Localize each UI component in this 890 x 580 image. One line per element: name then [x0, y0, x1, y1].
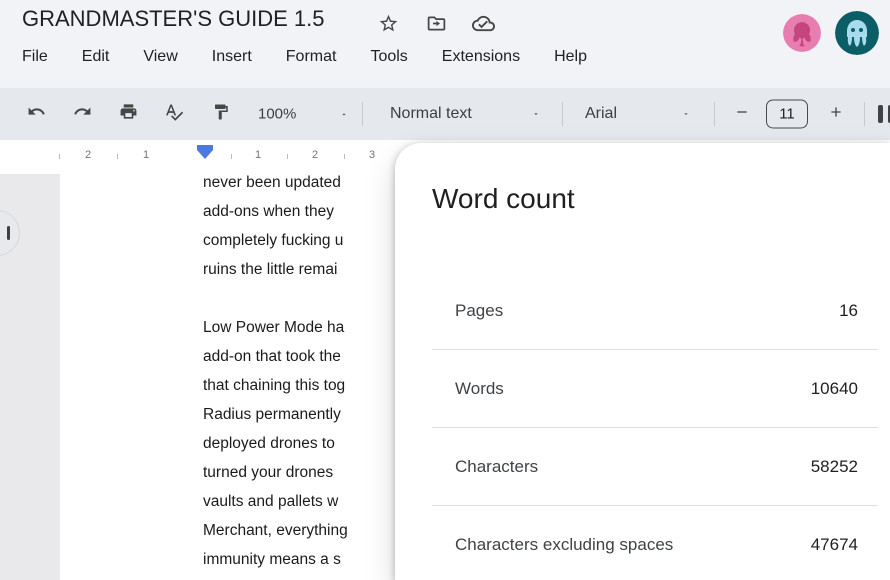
elephant-avatar-icon	[783, 14, 821, 52]
app-window: GRANDMASTER'S GUIDE 1.5 File Edit View I…	[0, 0, 890, 580]
spellcheck-icon	[164, 102, 184, 127]
toolbar-divider	[714, 102, 715, 126]
undo-icon	[27, 102, 46, 126]
font-size-input[interactable]: 11	[766, 99, 808, 129]
redo-icon	[73, 102, 92, 126]
menu-item-insert[interactable]: Insert	[195, 45, 269, 69]
chevron-down-icon	[680, 105, 692, 123]
chevron-down-icon	[530, 105, 542, 123]
font-family-select[interactable]: Arial	[585, 105, 692, 123]
account-avatar-primary[interactable]	[835, 11, 879, 55]
decrease-font-size-button[interactable]	[726, 98, 758, 130]
menu-item-extensions[interactable]: Extensions	[425, 45, 537, 69]
stat-value: 58252	[810, 456, 858, 476]
stat-label: Characters	[455, 456, 539, 476]
indent-marker[interactable]	[197, 145, 213, 159]
move-to-folder-icon	[426, 13, 447, 34]
ruler-number: 1	[254, 149, 262, 161]
stat-value: 47674	[810, 535, 858, 554]
stat-label: Pages	[455, 300, 504, 320]
zoom-value: 100%	[258, 105, 297, 123]
plus-icon	[828, 104, 844, 125]
paint-format-icon	[212, 103, 230, 126]
stat-row-pages: Pages 16	[432, 272, 878, 350]
dialog-title: Word count	[432, 183, 575, 214]
print-icon	[119, 102, 138, 126]
cloud-check-icon	[471, 12, 495, 35]
star-button[interactable]	[374, 9, 402, 37]
ruler-tick	[117, 154, 118, 159]
menu-item-format[interactable]: Format	[269, 45, 354, 69]
increase-font-size-button[interactable]	[820, 98, 852, 130]
spellcheck-button[interactable]	[158, 98, 190, 130]
word-count-dialog: Word count Pages 16 Words 10640 Characte…	[395, 143, 890, 580]
title-bar: GRANDMASTER'S GUIDE 1.5 File Edit View I…	[0, 0, 890, 88]
ruler-number: 3	[368, 149, 376, 161]
toolbar-divider	[864, 102, 865, 126]
account-avatar-secondary[interactable]	[783, 14, 821, 52]
ruler-tick	[344, 154, 345, 159]
ruler-number: 2	[311, 149, 319, 161]
document-status-button[interactable]	[469, 9, 497, 37]
ruler-tick	[231, 154, 232, 159]
toolbar-divider	[562, 102, 563, 126]
toolbar: 100% Normal text Arial 11	[0, 88, 890, 140]
move-to-folder-button[interactable]	[422, 9, 450, 37]
zoom-select[interactable]: 100%	[258, 106, 350, 123]
paint-format-button[interactable]	[205, 98, 237, 130]
stat-value: 16	[839, 300, 858, 320]
print-button[interactable]	[112, 98, 144, 130]
ruler-tick	[287, 154, 288, 159]
stat-label: Words	[455, 378, 504, 398]
left-indent-icon	[197, 150, 213, 159]
ruler-tick	[59, 154, 60, 159]
stat-value: 10640	[810, 378, 858, 398]
menu-item-edit[interactable]: Edit	[65, 45, 127, 69]
stat-row-characters-excluding-spaces: Characters excluding spaces 47674	[432, 506, 878, 580]
stat-label: Characters excluding spaces	[455, 535, 674, 554]
menu-item-file[interactable]: File	[5, 45, 65, 69]
menu-bar: File Edit View Insert Format Tools Exten…	[5, 42, 604, 72]
star-icon	[378, 13, 399, 34]
minus-icon	[734, 104, 750, 125]
more-toolbar-icon[interactable]	[878, 105, 890, 123]
menu-item-tools[interactable]: Tools	[353, 45, 424, 69]
ruler-number: 2	[84, 149, 92, 161]
menu-item-view[interactable]: View	[126, 45, 194, 69]
stat-row-words: Words 10640	[432, 350, 878, 428]
ruler-number: 1	[142, 149, 150, 161]
font-family-value: Arial	[585, 105, 618, 122]
stat-row-characters: Characters 58252	[432, 428, 878, 506]
toolbar-divider	[362, 102, 363, 126]
word-count-stats: Pages 16 Words 10640 Characters 58252 Ch…	[432, 272, 878, 580]
show-outline-button[interactable]	[0, 210, 20, 256]
document-title[interactable]: GRANDMASTER'S GUIDE 1.5	[22, 6, 324, 32]
redo-button[interactable]	[66, 98, 98, 130]
undo-button[interactable]	[20, 98, 52, 130]
paragraph-style-value: Normal text	[390, 105, 472, 122]
chevron-down-icon	[338, 106, 350, 123]
paragraph-style-select[interactable]: Normal text	[390, 105, 542, 123]
menu-item-help[interactable]: Help	[537, 45, 604, 69]
squid-avatar-icon	[835, 11, 879, 55]
